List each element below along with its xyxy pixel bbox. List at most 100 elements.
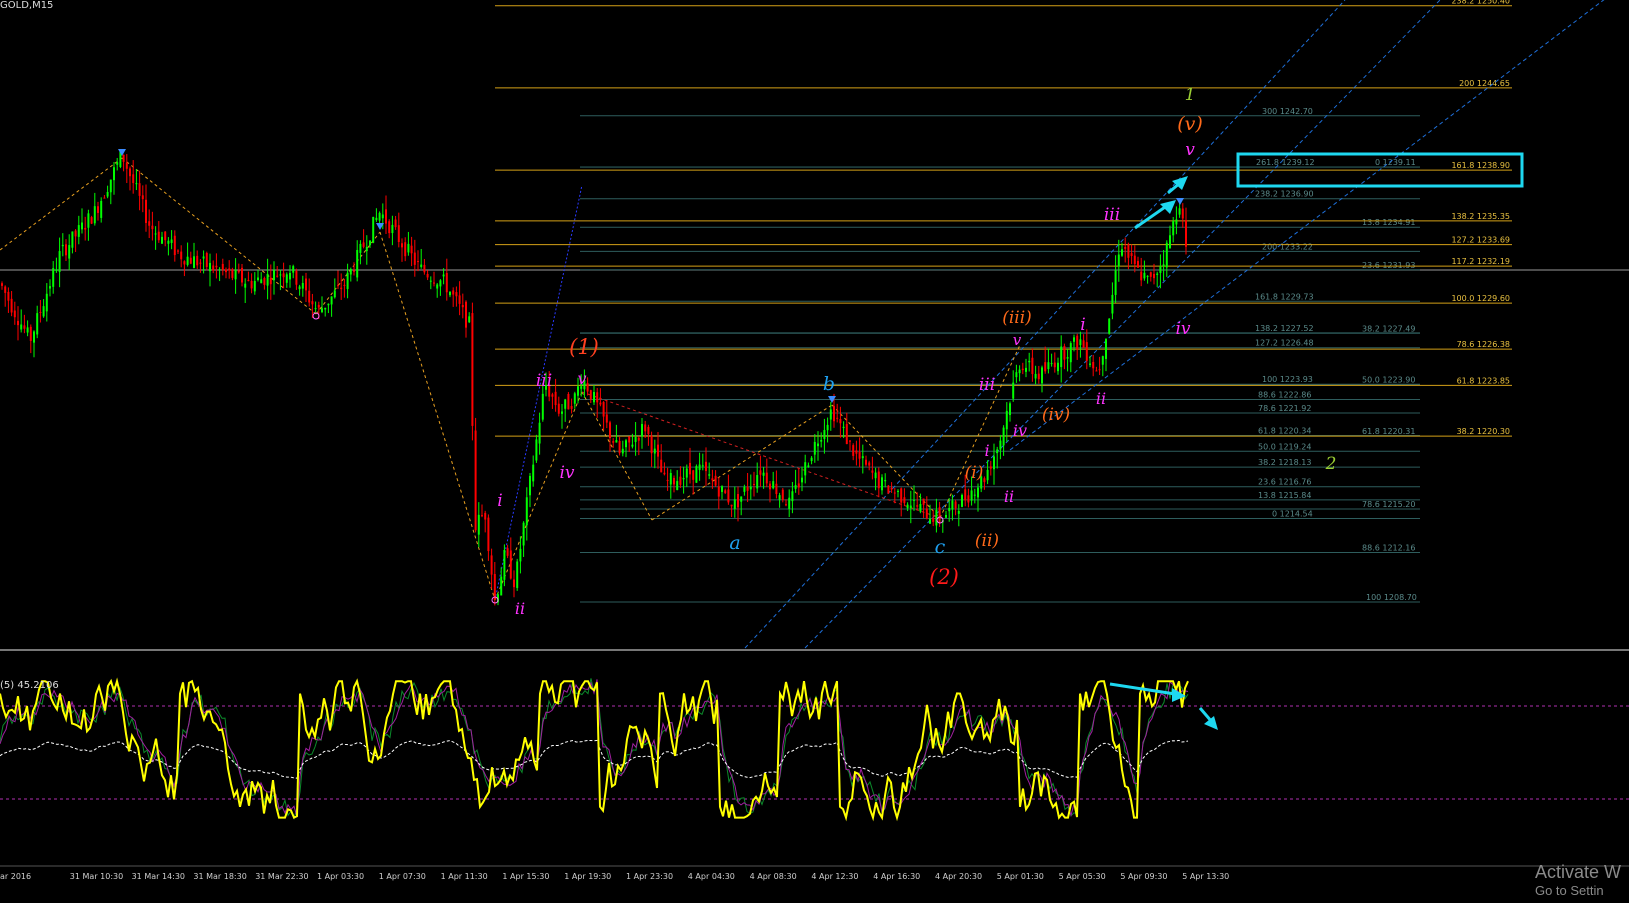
candle-body (237, 270, 240, 273)
candle-body (612, 441, 615, 443)
candle-body (1101, 356, 1104, 365)
candle-body (161, 236, 163, 244)
candle-body (426, 273, 429, 278)
candle-body (279, 274, 282, 276)
fib-anchor-line (494, 184, 583, 601)
candle-body (221, 263, 224, 271)
candle-body (535, 439, 538, 461)
candle-body (877, 471, 880, 489)
time-axis-label: 5 Apr 01:30 (997, 872, 1044, 881)
candle-body (1153, 273, 1155, 279)
candle-body (439, 280, 442, 287)
candle-body (500, 576, 503, 596)
time-axis-label: 31 Mar 18:30 (193, 872, 246, 881)
candle-body (1018, 369, 1021, 374)
channel-line (1009, 0, 1605, 451)
candle-body (845, 424, 848, 445)
candle-body (196, 255, 199, 266)
candle-body (164, 231, 167, 241)
candle-body (961, 494, 963, 507)
candle-body (916, 505, 919, 507)
candle-body (753, 484, 755, 486)
candle-body (1181, 208, 1184, 219)
candle-body (925, 508, 928, 519)
candle-body (538, 422, 541, 444)
candle-body (253, 281, 256, 292)
fib-label-gold: 161.8 1238.90 (1451, 161, 1510, 170)
candle-body (673, 477, 675, 485)
candle-body (330, 296, 333, 305)
candle-body (705, 461, 707, 472)
candle-body (93, 206, 96, 224)
candle-body (724, 490, 727, 494)
candle-body (145, 199, 147, 223)
fib-label-teal: 78.6 1221.92 (1258, 404, 1311, 413)
wave-label: 2 (1325, 454, 1337, 474)
candle-body (183, 261, 186, 265)
candle-body (637, 437, 640, 441)
candle-body (938, 507, 941, 523)
candle-body (170, 239, 173, 243)
candle-body (881, 477, 883, 491)
candle-body (977, 487, 979, 498)
fib-label-teal: 0 1214.54 (1272, 509, 1313, 518)
candle-body (433, 282, 435, 284)
candle-body (593, 391, 595, 403)
candle-body (884, 480, 887, 482)
candle-body (775, 483, 778, 495)
candle-body (628, 436, 631, 443)
candle-body (1146, 275, 1149, 277)
candle-body (525, 497, 528, 526)
candle-body (1162, 264, 1165, 267)
candle-body (314, 308, 317, 310)
candle-body (733, 499, 736, 509)
candle-body (269, 277, 272, 285)
wave-label: iv (1175, 319, 1190, 339)
candle-body (20, 324, 23, 330)
candle-body (861, 456, 864, 459)
time-axis-label: ar 2016 (0, 872, 31, 881)
candle-body (935, 509, 938, 526)
candle-body (807, 465, 810, 468)
candle-body (138, 183, 141, 196)
candle-body (1, 283, 3, 286)
candle-body (84, 227, 87, 230)
candle-body (618, 440, 621, 454)
candle-body (893, 492, 896, 494)
time-axis-label: 31 Mar 10:30 (70, 872, 123, 881)
candle-body (532, 464, 535, 482)
time-axis-label: 4 Apr 04:30 (688, 872, 735, 881)
fib-label-teal: 38.2 1227.49 (1362, 324, 1415, 333)
candle-body (996, 449, 999, 453)
fib-label-teal: 88.6 1222.86 (1258, 391, 1311, 400)
candle-body (1149, 272, 1152, 277)
wave-label: iv (1013, 421, 1027, 440)
time-axis-label: 1 Apr 07:30 (379, 872, 426, 881)
price-chart[interactable]: 300 1242.70261.8 1239.12 0 1239.11238.2 1… (0, 0, 1629, 899)
candle-body (116, 162, 119, 165)
fib-label-gold: 127.2 1233.69 (1451, 236, 1510, 245)
candle-body (647, 426, 650, 434)
candle-body (241, 267, 243, 283)
candle-body (1121, 249, 1123, 256)
candle-body (90, 217, 93, 224)
candle-body (109, 179, 112, 193)
candle-body (442, 274, 445, 277)
candle-body (1175, 219, 1178, 225)
candle-body (1002, 427, 1005, 446)
candle-body (791, 491, 794, 502)
candle-body (1037, 373, 1040, 380)
candle-body (97, 206, 99, 213)
chart-area[interactable]: 300 1242.70 261.8 1239.12 0 1239.11 238.2 1… (0, 0, 1629, 899)
candle-body (1047, 362, 1050, 370)
candle-body (36, 313, 39, 335)
candle-body (52, 268, 55, 287)
candle-body (276, 275, 279, 277)
candle-body (17, 320, 19, 326)
candle-body (1092, 361, 1095, 369)
candle-body (1169, 235, 1171, 249)
fib-label-teal: 261.8 1239.12 (1256, 158, 1315, 167)
wave-label: a (729, 532, 740, 554)
candle-body (305, 278, 307, 291)
time-axis-label: 31 Mar 22:30 (255, 872, 308, 881)
